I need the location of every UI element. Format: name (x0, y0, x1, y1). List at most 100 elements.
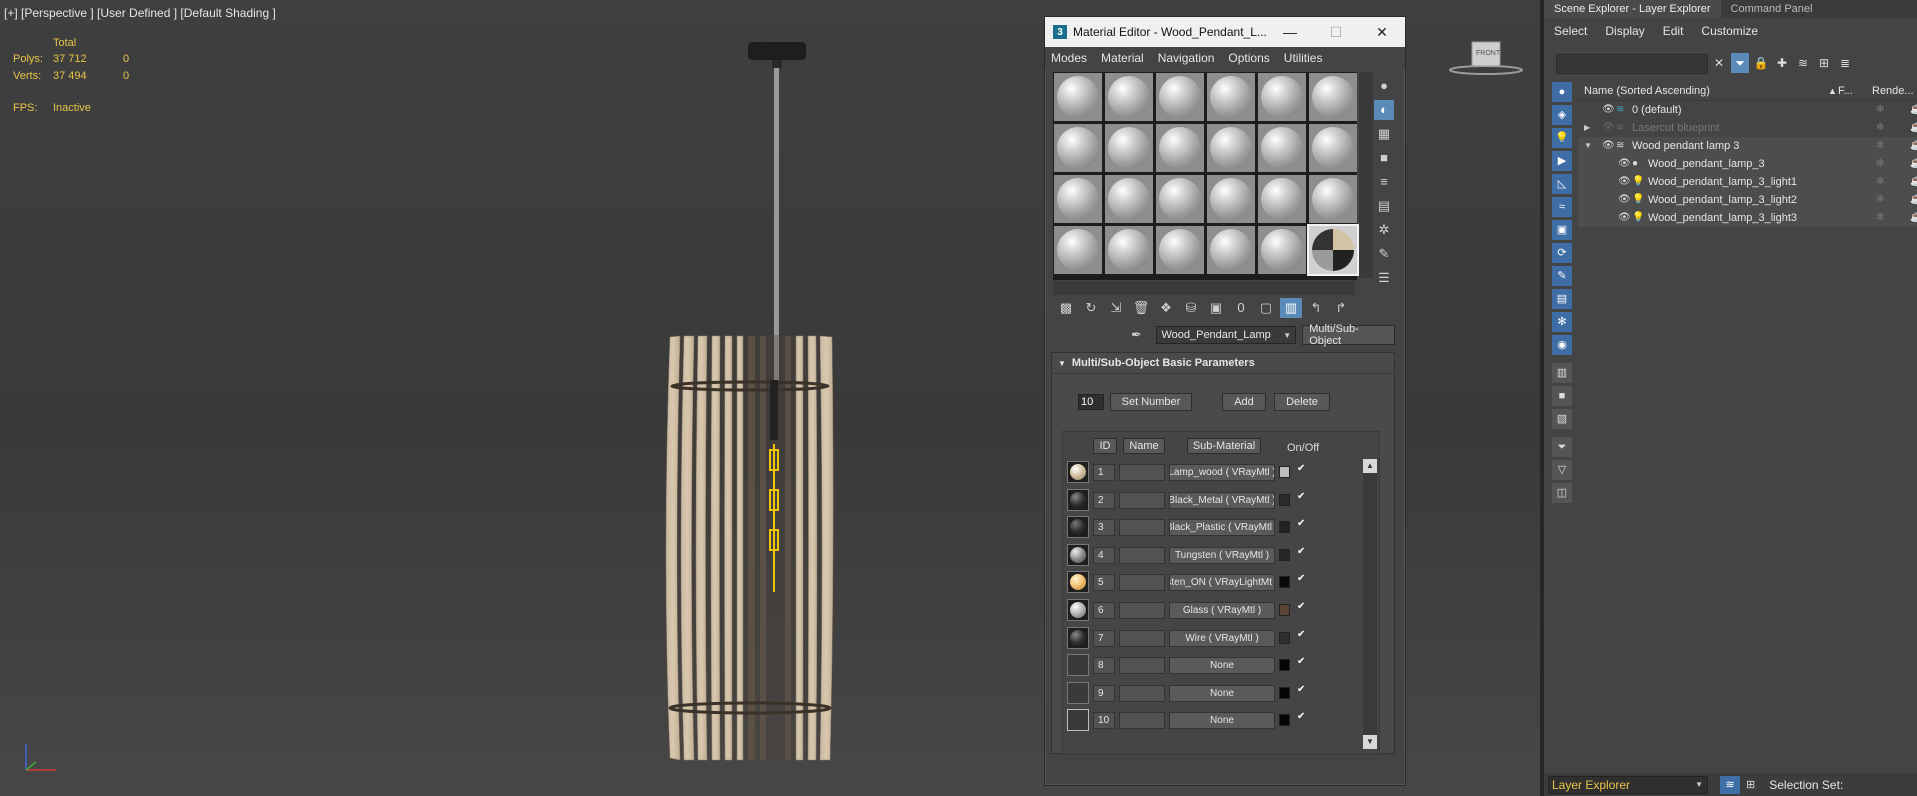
sample-slot[interactable] (1156, 73, 1204, 121)
material-swatch[interactable] (1067, 461, 1089, 483)
id-cell[interactable]: 1 (1093, 464, 1115, 481)
renderable-icon[interactable]: ☕ (1910, 158, 1917, 169)
tree-row-default-layer[interactable]: 👁 ≋ 0 (default) ✻ ☕ (1578, 101, 1917, 119)
layer-stack-icon[interactable]: ≋ (1794, 53, 1812, 73)
material-type-button[interactable]: Multi/Sub-Object (1302, 323, 1396, 347)
go-forward-icon[interactable]: ↱ (1330, 298, 1352, 318)
sample-slot[interactable] (1258, 175, 1306, 223)
tab-command-panel[interactable]: Command Panel (1721, 0, 1823, 18)
sub-material-button[interactable]: Lamp_wood ( VRayMtl ) (1169, 464, 1275, 481)
material-swatch[interactable] (1067, 598, 1089, 621)
search-input[interactable] (1556, 54, 1708, 74)
sample-slot[interactable] (1105, 175, 1153, 223)
id-cell[interactable]: 7 (1093, 629, 1115, 647)
delete-button[interactable]: Delete (1274, 393, 1330, 411)
selection-filter-icon[interactable]: ◫ (1552, 483, 1572, 503)
hierarchy-icon[interactable]: ⊞ (1815, 53, 1833, 73)
tree-row-light2[interactable]: 👁 💡 Wood_pendant_lamp_3_light2 ✻ ☕ (1578, 191, 1917, 209)
display-spacewarps-icon[interactable]: ≈ (1552, 197, 1572, 217)
get-material-icon[interactable]: ▩ (1055, 298, 1077, 318)
put-to-scene-icon[interactable]: ↻ (1080, 298, 1102, 318)
display-hidden-icon[interactable]: ◉ (1552, 335, 1572, 355)
sub-material-button[interactable]: Glass ( VRayMtl ) (1169, 601, 1275, 619)
material-id-channel-icon[interactable]: 0 (1230, 298, 1252, 318)
menu-navigation[interactable]: Navigation (1158, 51, 1215, 65)
save-icon[interactable]: ▣ (1205, 298, 1227, 318)
options-icon[interactable]: ✲ (1374, 220, 1394, 240)
id-cell[interactable]: 2 (1093, 491, 1115, 509)
renderable-icon[interactable]: ☕ (1910, 104, 1917, 115)
name-cell[interactable] (1119, 601, 1165, 619)
display-none-icon[interactable]: ■ (1552, 386, 1572, 406)
make-preview-icon[interactable]: ▤ (1374, 196, 1394, 216)
set-number-button[interactable]: Set Number (1110, 393, 1192, 411)
sample-slot[interactable] (1156, 124, 1204, 172)
color-swatch[interactable] (1279, 686, 1290, 699)
display-cameras-icon[interactable]: ▶ (1552, 151, 1572, 171)
name-cell[interactable] (1119, 657, 1165, 675)
active-layer-icon[interactable]: ≋ (1616, 104, 1624, 115)
material-swatch[interactable] (1067, 654, 1089, 677)
on-off-checkbox[interactable]: ✔ (1297, 629, 1309, 643)
material-swatch[interactable] (1067, 516, 1089, 539)
sub-material-button[interactable]: None (1169, 712, 1275, 730)
name-cell[interactable] (1119, 629, 1165, 647)
frozen-toggle-icon[interactable]: ✻ (1876, 158, 1884, 169)
select-by-material-icon[interactable]: ✎ (1374, 244, 1394, 264)
on-off-checkbox[interactable]: ✔ (1297, 656, 1309, 670)
id-cell[interactable]: 4 (1093, 546, 1115, 564)
sample-slot[interactable] (1105, 73, 1153, 121)
tree-row-lamp-object[interactable]: 👁 ● Wood_pendant_lamp_3 ✻ ☕ (1578, 155, 1917, 173)
material-swatch[interactable] (1067, 681, 1089, 704)
display-shapes-icon[interactable]: ◈ (1552, 105, 1572, 125)
lock-icon[interactable]: 🔒 (1752, 53, 1770, 73)
maximize-button[interactable]: ☐ (1313, 17, 1359, 47)
sample-slot[interactable] (1105, 226, 1153, 274)
menu-customize[interactable]: Customize (1701, 24, 1758, 38)
tree-row-lasercut[interactable]: ▶ 👁 ≋ Lasercut blueprint ✻ ☕ (1578, 119, 1917, 137)
sample-slot[interactable] (1207, 226, 1255, 274)
show-end-result-icon[interactable]: ▥ (1280, 298, 1302, 318)
on-off-checkbox[interactable]: ✔ (1297, 546, 1309, 560)
display-containers-icon[interactable]: ▤ (1552, 289, 1572, 309)
tree-row-wood-lamp-layer[interactable]: ▼ 👁 ≋ Wood pendant lamp 3 ✻ ☕ (1578, 137, 1917, 155)
sample-type-icon[interactable]: ● (1374, 76, 1394, 96)
renderable-icon[interactable]: ☕ (1910, 122, 1917, 133)
collapse-icon[interactable]: ▼ (1058, 359, 1066, 368)
viewport-label[interactable]: [+] [Perspective ] [User Defined ] [Defa… (4, 6, 276, 20)
rollout-header[interactable]: ▼ Multi/Sub-Object Basic Parameters (1052, 353, 1394, 374)
name-cell[interactable] (1119, 464, 1165, 481)
frozen-toggle-icon[interactable]: ✻ (1876, 194, 1884, 205)
show-shaded-icon[interactable]: ▢ (1255, 298, 1277, 318)
render-column-header[interactable]: Rende... (1872, 85, 1914, 97)
sample-slot[interactable] (1054, 73, 1102, 121)
collapse-icon[interactable]: ▼ (1584, 141, 1592, 150)
tree-row-light1[interactable]: 👁 💡 Wood_pendant_lamp_3_light1 ✻ ☕ (1578, 173, 1917, 191)
name-cell[interactable] (1119, 491, 1165, 509)
color-swatch[interactable] (1279, 576, 1290, 589)
visibility-eye-icon[interactable]: 👁 (1602, 104, 1615, 115)
sample-slot[interactable] (1258, 226, 1306, 274)
layers-icon[interactable]: ≣ (1836, 53, 1854, 73)
name-cell[interactable] (1119, 712, 1165, 730)
filter-icon-2[interactable]: ▽ (1552, 460, 1572, 480)
video-color-check-icon[interactable]: ≡ (1374, 172, 1394, 192)
display-xrefs-icon[interactable]: ⟳ (1552, 243, 1572, 263)
id-cell[interactable]: 6 (1093, 601, 1115, 619)
menu-utilities[interactable]: Utilities (1284, 51, 1323, 65)
display-geometry-icon[interactable]: ● (1552, 82, 1572, 102)
sample-slot[interactable] (1054, 124, 1102, 172)
menu-modes[interactable]: Modes (1051, 51, 1087, 65)
display-groups-icon[interactable]: ▣ (1552, 220, 1572, 240)
material-swatch[interactable] (1067, 626, 1089, 649)
make-unique-icon[interactable]: ❖ (1155, 298, 1177, 318)
tab-scene-explorer[interactable]: Scene Explorer - Layer Explorer (1544, 0, 1721, 18)
frozen-column-header[interactable]: F... (1838, 85, 1853, 97)
sub-material-button[interactable]: Tungsten ( VRayMtl ) (1169, 546, 1275, 564)
visibility-eye-icon[interactable]: 👁 (1602, 122, 1615, 133)
on-off-checkbox[interactable]: ✔ (1297, 518, 1309, 532)
sample-slot-active[interactable] (1307, 224, 1359, 276)
sample-slot[interactable] (1105, 124, 1153, 172)
sample-slot[interactable] (1258, 73, 1306, 121)
sub-material-button[interactable]: None (1169, 657, 1275, 675)
